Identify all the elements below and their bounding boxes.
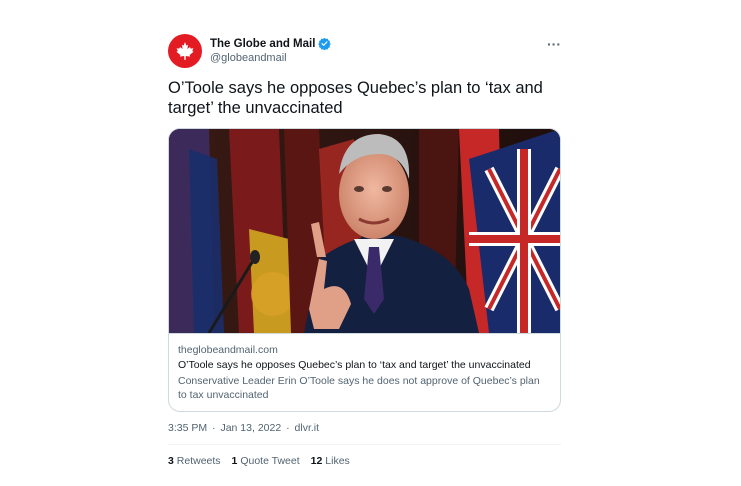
- tweet-meta: 3:35 PM · Jan 13, 2022 · dlvr.it: [168, 422, 561, 445]
- card-title: O’Toole says he opposes Quebec’s plan to…: [178, 359, 531, 371]
- avatar[interactable]: [168, 34, 202, 68]
- maple-leaf-icon: [176, 42, 194, 60]
- tweet-stats: 3 Retweets 1 Quote Tweet 12 Likes: [168, 455, 561, 467]
- tweet-source[interactable]: dlvr.it: [295, 422, 320, 434]
- meta-separator: ·: [286, 422, 290, 434]
- quotes-label: Quote Tweet: [240, 455, 300, 467]
- card-description: Conservative Leader Erin O’Toole says he…: [178, 375, 540, 401]
- link-card[interactable]: theglobeandmail.com O’Toole says he oppo…: [168, 128, 561, 412]
- card-body: theglobeandmail.com O’Toole says he oppo…: [169, 333, 560, 411]
- likes-count: 12: [310, 455, 323, 467]
- author-name[interactable]: The Globe and Mail: [210, 38, 315, 50]
- retweets-label: Retweets: [176, 455, 221, 467]
- more-icon[interactable]: ···: [547, 36, 561, 52]
- tweet-header: The Globe and Mail @globeandmail ···: [168, 32, 561, 68]
- verified-badge-icon: [318, 37, 332, 50]
- likes-label: Likes: [325, 455, 350, 467]
- tweet-time[interactable]: 3:35 PM: [168, 422, 207, 434]
- tweet: The Globe and Mail @globeandmail ··· O’T…: [168, 32, 561, 467]
- card-domain: theglobeandmail.com: [178, 344, 278, 356]
- author-handle[interactable]: @globeandmail: [210, 52, 331, 64]
- tweet-text: O’Toole says he opposes Quebec’s plan to…: [168, 79, 543, 117]
- card-image[interactable]: [169, 129, 560, 333]
- retweets-count: 3: [168, 455, 174, 467]
- retweets-stat[interactable]: 3 Retweets: [168, 455, 221, 467]
- likes-stat[interactable]: 12 Likes: [311, 455, 350, 467]
- meta-separator: ·: [212, 422, 216, 434]
- author-block: The Globe and Mail @globeandmail: [210, 37, 332, 64]
- quotes-stat[interactable]: 1 Quote Tweet: [232, 455, 300, 467]
- tweet-date[interactable]: Jan 13, 2022: [220, 422, 281, 434]
- quotes-count: 1: [231, 455, 238, 467]
